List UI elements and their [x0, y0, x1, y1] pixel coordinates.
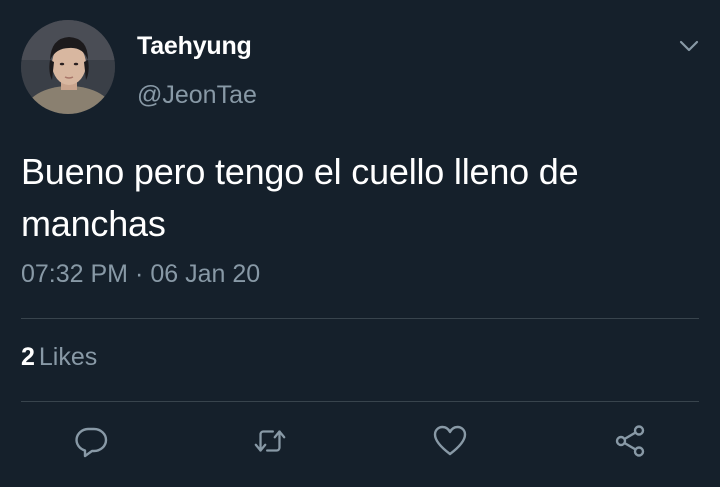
tweet-card: Taehyung @JeonTae Bueno pero tengo el cu… [0, 0, 720, 487]
like-button[interactable] [432, 423, 468, 459]
share-button[interactable] [612, 423, 648, 459]
retweet-button[interactable] [252, 423, 288, 459]
retweet-arrows-icon [254, 430, 286, 452]
user-handle[interactable]: @JeonTae [137, 81, 257, 110]
tweet-date: 06 Jan 20 [150, 260, 261, 288]
avatar[interactable] [21, 20, 115, 114]
timestamp-separator: · [135, 260, 144, 288]
divider [21, 401, 699, 402]
avatar-photo-icon [21, 20, 115, 114]
display-name[interactable]: Taehyung [137, 32, 252, 61]
speech-bubble-icon [75, 427, 108, 458]
likes-count: 2 [21, 343, 35, 371]
tweet-timestamp[interactable]: 07:32 PM · 06 Jan 20 [21, 260, 260, 289]
likes-label: Likes [38, 343, 98, 371]
reply-button[interactable] [73, 423, 109, 459]
divider [21, 318, 699, 319]
share-nodes-icon [615, 425, 645, 457]
tweet-text: Bueno pero tengo el cuello lleno de manc… [21, 151, 579, 244]
tweet-time: 07:32 PM [21, 260, 129, 288]
heart-icon [433, 425, 467, 456]
likes-stat[interactable]: 2 Likes [21, 343, 97, 372]
chevron-down-icon[interactable] [677, 36, 701, 56]
